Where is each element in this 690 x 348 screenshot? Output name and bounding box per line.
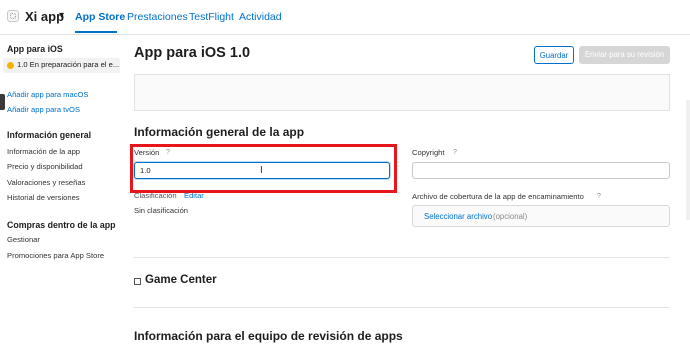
copyright-help-icon[interactable]: ?: [453, 149, 457, 156]
sidebar-resize-handle[interactable]: [0, 94, 5, 110]
sidebar-item-app-info[interactable]: Información de la app: [7, 147, 80, 156]
sidebar-item-manage[interactable]: Gestionar: [7, 235, 40, 244]
status-dot-icon: [7, 62, 14, 69]
sidebar-item-version-history[interactable]: Historial de versiones: [7, 193, 80, 202]
routing-file-label: Archivo de cobertura de la app de encami…: [412, 192, 584, 201]
top-bar: Xi app ▾ App Store Prestaciones TestFlig…: [0, 0, 690, 35]
game-center-title: Game Center: [145, 274, 217, 286]
sidebar-item-promotions[interactable]: Promociones para App Store: [7, 251, 104, 260]
add-tvos-link[interactable]: Añadir app para tvOS: [7, 105, 80, 114]
choose-file-button[interactable]: Seleccionar archivo: [424, 212, 492, 221]
app-icon: [7, 10, 19, 22]
copyright-label: Copyright: [412, 148, 445, 157]
routing-help-icon[interactable]: ?: [597, 193, 601, 200]
tab-testflight[interactable]: TestFlight: [189, 11, 234, 23]
page-title: App para iOS 1.0: [134, 45, 251, 61]
scrollbar-track[interactable]: [686, 100, 690, 220]
sidebar-heading-ios: App para iOS: [7, 44, 63, 54]
save-button[interactable]: Guardar: [534, 46, 574, 64]
rating-value: Sin clasificación: [134, 206, 189, 215]
chevron-down-icon[interactable]: ▾: [59, 10, 64, 21]
copyright-input[interactable]: [412, 162, 670, 179]
sidebar-version-label: 1.0 En preparación para el e...: [17, 60, 120, 69]
app-preview-area: [134, 74, 670, 111]
tab-prestaciones[interactable]: Prestaciones: [127, 11, 188, 23]
section-divider: [134, 257, 670, 258]
sidebar-item-pricing[interactable]: Precio y disponibilidad: [7, 162, 83, 171]
sidebar-heading-iap: Compras dentro de la app: [7, 220, 116, 230]
sidebar-heading-general: Información general: [7, 130, 92, 140]
submit-for-review-button[interactable]: Enviar para su revisión: [579, 46, 670, 64]
tab-app-store[interactable]: App Store: [75, 11, 125, 23]
routing-file-picker[interactable]: Seleccionar archivo (opcional): [412, 205, 670, 227]
optional-note: (opcional): [493, 212, 528, 221]
version-help-icon[interactable]: ?: [166, 149, 170, 156]
sidebar-item-version[interactable]: 1.0 En preparación para el e...: [3, 58, 120, 73]
rating-edit-link[interactable]: Editar: [184, 191, 204, 200]
sidebar: App para iOS 1.0 En preparación para el …: [0, 35, 122, 348]
active-tab-indicator: [75, 31, 117, 33]
sidebar-item-ratings[interactable]: Valoraciones y reseñas: [7, 178, 85, 187]
text-cursor-icon: I: [260, 165, 263, 176]
tab-actividad[interactable]: Actividad: [239, 11, 282, 23]
general-info-section-title: Información general de la app: [134, 125, 305, 139]
section-divider: [134, 307, 670, 308]
add-macos-link[interactable]: Añadir app para macOS: [7, 90, 88, 99]
game-center-checkbox[interactable]: [134, 278, 141, 285]
rating-label: Clasificación: [134, 191, 177, 200]
review-info-section-title: Información para el equipo de revisión d…: [134, 329, 403, 343]
version-label: Versión: [134, 148, 160, 157]
